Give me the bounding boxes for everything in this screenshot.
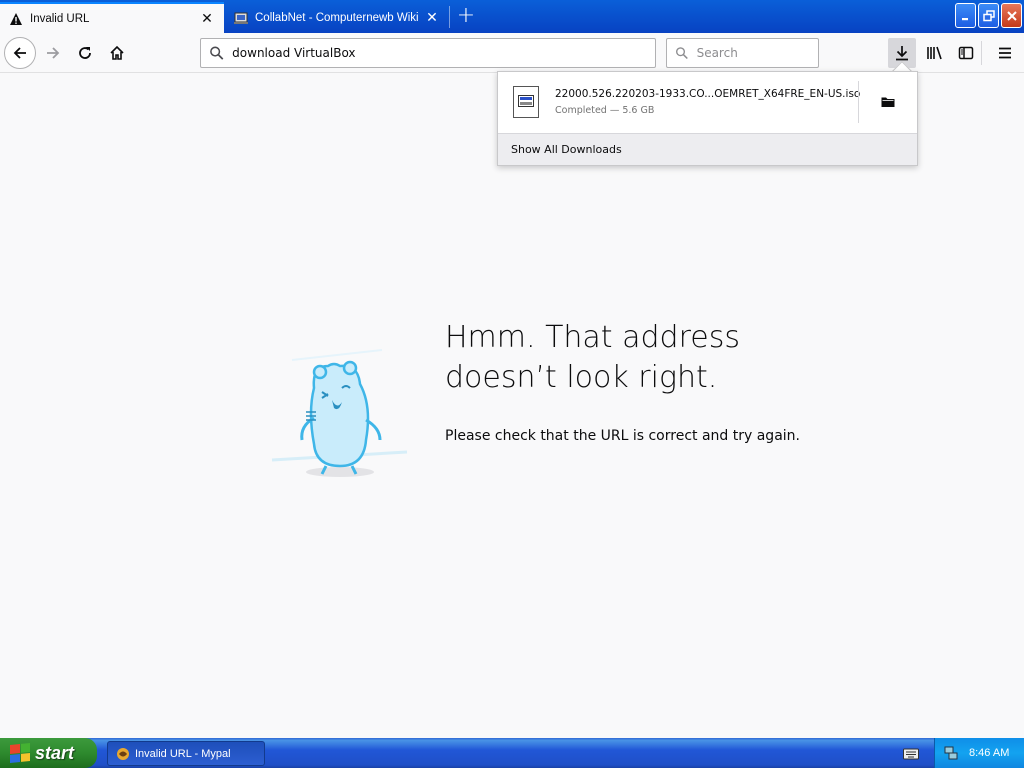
forward-arrow-icon (47, 47, 60, 59)
error-mascot-illustration (262, 340, 422, 490)
open-containing-folder-button[interactable] (871, 89, 905, 115)
clock[interactable]: 8:46 AM (969, 747, 1009, 759)
start-button[interactable]: start (0, 738, 97, 768)
forward-button[interactable] (38, 38, 68, 68)
error-description: Please check that the URL is correct and… (445, 428, 800, 444)
toolbar-separator (981, 41, 982, 65)
wiki-favicon-icon (233, 10, 249, 26)
warning-icon (8, 11, 24, 27)
minimize-icon (961, 17, 968, 20)
tab-collabnet-wiki[interactable]: CollabNet - Computernewb Wiki ✕ (225, 2, 449, 33)
library-icon (927, 46, 942, 60)
reload-button[interactable] (70, 38, 100, 68)
url-input[interactable] (232, 46, 655, 60)
start-label: start (35, 742, 75, 763)
minimize-window-button[interactable] (955, 3, 976, 28)
menu-button[interactable] (990, 38, 1020, 68)
tab-title: CollabNet - Computernewb Wiki (255, 11, 419, 24)
search-input[interactable] (696, 46, 818, 60)
library-button[interactable] (920, 38, 950, 68)
url-bar[interactable] (200, 38, 656, 68)
restore-window-button[interactable] (978, 3, 999, 28)
restore-icon (982, 9, 995, 21)
tab-strip: Invalid URL ✕ CollabNet - Computernewb W… (0, 0, 1024, 33)
search-icon (676, 47, 688, 60)
iso-file-icon (513, 86, 539, 118)
close-window-button[interactable] (1001, 3, 1022, 28)
keyboard-layout-icon[interactable] (903, 746, 919, 760)
reload-icon (79, 47, 91, 59)
close-tab-icon[interactable]: ✕ (423, 9, 441, 27)
navigation-toolbar (0, 33, 1024, 73)
close-tab-icon[interactable]: ✕ (198, 10, 216, 28)
hamburger-menu-icon (999, 47, 1011, 59)
error-title: Hmm. That address doesn’t look right. (445, 320, 740, 395)
network-icon[interactable] (943, 745, 959, 761)
folder-icon (881, 97, 895, 107)
taskbar-item-label: Invalid URL - Mypal (135, 747, 231, 760)
tab-invalid-url[interactable]: Invalid URL ✕ (0, 2, 224, 33)
new-tab-button[interactable]: + (452, 4, 480, 30)
windows-logo-icon (10, 742, 30, 764)
search-bar[interactable] (666, 38, 819, 68)
taskbar-item-mypal[interactable]: Invalid URL - Mypal (107, 741, 265, 766)
download-arrow-icon (896, 46, 908, 61)
home-button[interactable] (102, 38, 132, 68)
mypal-app-icon (117, 747, 129, 760)
system-tray: 8:46 AM (934, 738, 1024, 768)
sidebar-icon (958, 46, 974, 60)
search-icon (210, 46, 224, 60)
downloads-panel: 22000.526.220203-1933.CO...OEMRET_X64FRE… (497, 71, 918, 166)
show-all-downloads-label: Show All Downloads (511, 143, 622, 156)
back-arrow-icon (13, 47, 26, 59)
tab-title: Invalid URL (30, 12, 90, 25)
download-divider (858, 81, 859, 123)
tab-separator (449, 6, 450, 28)
show-all-downloads-button[interactable]: Show All Downloads (498, 133, 917, 165)
download-filename: 22000.526.220203-1933.CO...OEMRET_X64FRE… (555, 88, 861, 100)
download-item[interactable]: 22000.526.220203-1933.CO...OEMRET_X64FRE… (498, 72, 917, 133)
taskbar: start Invalid URL - Mypal 8:46 AM (0, 738, 1024, 768)
close-icon (1006, 10, 1017, 21)
back-button[interactable] (4, 37, 36, 69)
download-status: Completed — 5.6 GB (555, 105, 655, 116)
home-icon (110, 45, 124, 60)
sidebar-toggle-button[interactable] (951, 38, 981, 68)
